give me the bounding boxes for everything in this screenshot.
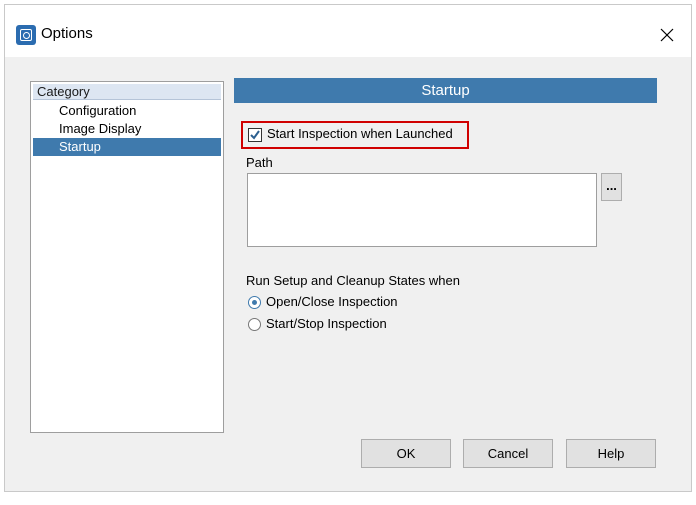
category-header: Category xyxy=(33,84,221,100)
path-label: Path xyxy=(246,155,273,170)
checkmark-icon xyxy=(250,130,260,140)
category-list[interactable]: Category Configuration Image Display Sta… xyxy=(30,81,224,433)
ok-button[interactable]: OK xyxy=(361,439,451,468)
path-input[interactable] xyxy=(247,173,597,247)
title-bar: Options xyxy=(5,5,691,57)
help-button[interactable]: Help xyxy=(566,439,656,468)
run-states-label: Run Setup and Cleanup States when xyxy=(246,273,460,288)
category-item-startup[interactable]: Startup xyxy=(33,138,221,156)
options-dialog: Options Category Configuration Image Dis… xyxy=(4,4,692,492)
cancel-button[interactable]: Cancel xyxy=(463,439,553,468)
category-item-configuration[interactable]: Configuration xyxy=(33,102,221,120)
start-inspection-label[interactable]: Start Inspection when Launched xyxy=(267,126,453,141)
start-inspection-checkbox[interactable] xyxy=(248,128,262,142)
browse-button[interactable]: ... xyxy=(601,173,622,201)
category-item-image-display[interactable]: Image Display xyxy=(33,120,221,138)
close-button[interactable] xyxy=(651,19,683,51)
radio-start-stop[interactable] xyxy=(248,318,261,331)
radio-open-close[interactable] xyxy=(248,296,261,309)
close-icon xyxy=(660,28,674,42)
window-title: Options xyxy=(41,25,93,42)
radio-start-stop-label[interactable]: Start/Stop Inspection xyxy=(266,316,387,331)
radio-open-close-label[interactable]: Open/Close Inspection xyxy=(266,294,398,309)
section-title: Startup xyxy=(234,78,657,103)
options-app-icon xyxy=(16,25,36,45)
